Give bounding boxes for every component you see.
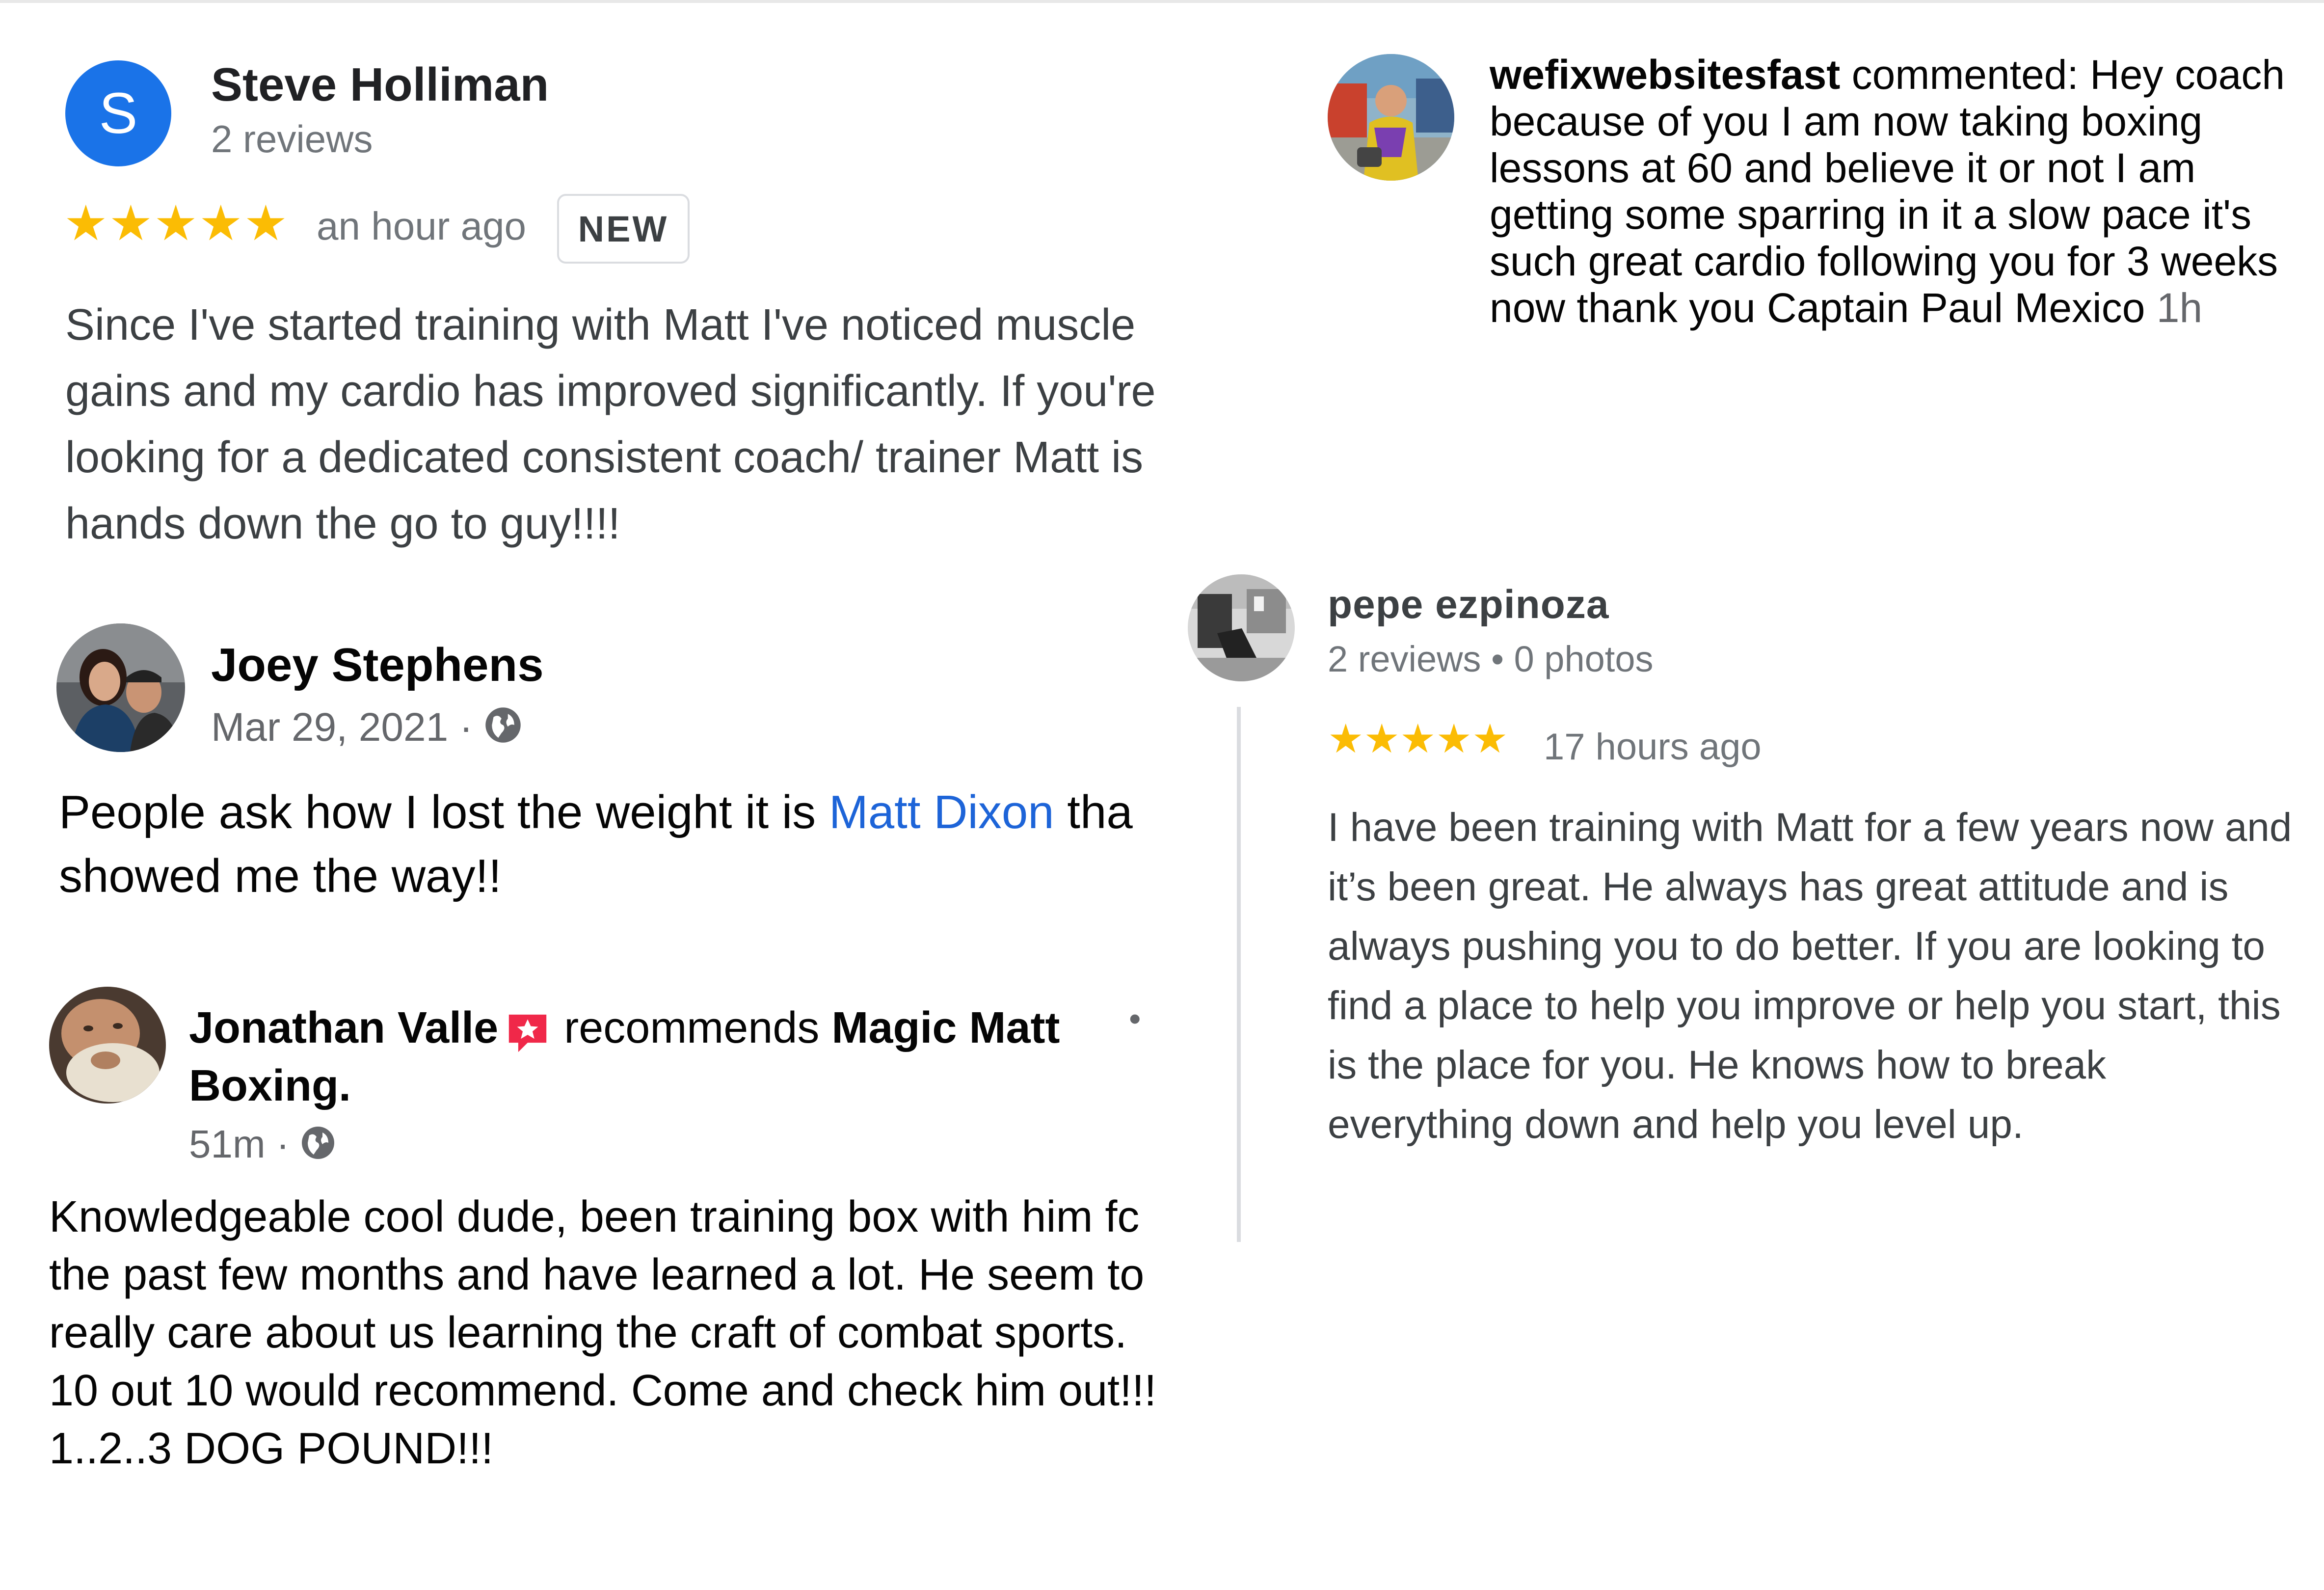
post-date-text: Mar 29, 2021 ·	[211, 705, 484, 750]
globe-icon	[300, 1125, 336, 1170]
post-line: 1..2..3 DOG POUND!!!	[49, 1424, 494, 1473]
post-text-line2: showed me the way!!	[59, 850, 502, 902]
review-count: 2 reviews	[211, 117, 373, 161]
post-text: Knowledgeable cool dude, been training b…	[49, 1188, 1178, 1478]
reviewer-name[interactable]: Steve Holliman	[211, 58, 549, 112]
reviewer-name[interactable]: pepe ezpinoza	[1328, 582, 1609, 628]
tagged-user-link[interactable]: Matt Dixon	[829, 786, 1054, 838]
post-line: the past few months and have learned a l…	[49, 1250, 1145, 1299]
avatar[interactable]	[49, 987, 166, 1104]
post-date[interactable]: Mar 29, 2021 ·	[211, 704, 522, 754]
post-text-start: People ask how I lost the weight it is	[59, 786, 829, 838]
avatar-photo	[49, 987, 166, 1104]
review-time: an hour ago	[317, 204, 527, 248]
divider	[1237, 707, 1241, 1242]
post-line: 10 out 10 would recommend. Come and chec…	[49, 1366, 1157, 1415]
comment-text: wefixwebsitesfast commented: Hey coach b…	[1490, 52, 2295, 331]
recommend-icon	[505, 1010, 550, 1052]
more-options-icon[interactable]: •	[1129, 999, 1141, 1038]
star-rating: ★★★★★	[1328, 717, 1508, 761]
post-line: really care about us learning the craft …	[49, 1308, 1127, 1357]
poster-name[interactable]: Jonathan Valle	[189, 1003, 498, 1052]
avatar-photo	[56, 623, 185, 752]
review-text: Since I've started training with Matt I'…	[65, 300, 1156, 548]
recommends-label: recommends	[564, 1003, 832, 1052]
post-time[interactable]: 51m ·	[189, 1122, 336, 1170]
globe-icon	[484, 706, 522, 754]
avatar[interactable]	[1188, 574, 1295, 681]
avatar-photo	[1188, 574, 1295, 681]
new-badge: NEW	[557, 194, 690, 264]
commenter-name[interactable]: wefixwebsitesfast	[1490, 52, 1840, 98]
comment-time[interactable]: 1h	[2157, 285, 2202, 331]
avatar[interactable]	[56, 623, 185, 752]
post-line: Knowledgeable cool dude, been training b…	[49, 1192, 1140, 1241]
top-divider	[0, 0, 2324, 3]
post-time-text: 51m ·	[189, 1122, 300, 1166]
avatar[interactable]	[1328, 54, 1454, 181]
review-text: I have been training with Matt for a few…	[1328, 805, 2292, 1147]
reviewer-meta: 2 reviews • 0 photos	[1328, 639, 1654, 679]
poster-name[interactable]: Joey Stephens	[211, 638, 544, 692]
avatar[interactable]: S	[65, 60, 171, 166]
star-rating: ★★★★★	[64, 196, 289, 251]
recommendation-header: Jonathan Valle recommends Magic Matt Boxi…	[189, 999, 1146, 1115]
post-text: People ask how I lost the weight it is M…	[59, 781, 1158, 908]
post-text-cut: tha	[1054, 786, 1133, 838]
avatar-photo	[1328, 54, 1454, 181]
review-time: 17 hours ago	[1544, 726, 1762, 768]
